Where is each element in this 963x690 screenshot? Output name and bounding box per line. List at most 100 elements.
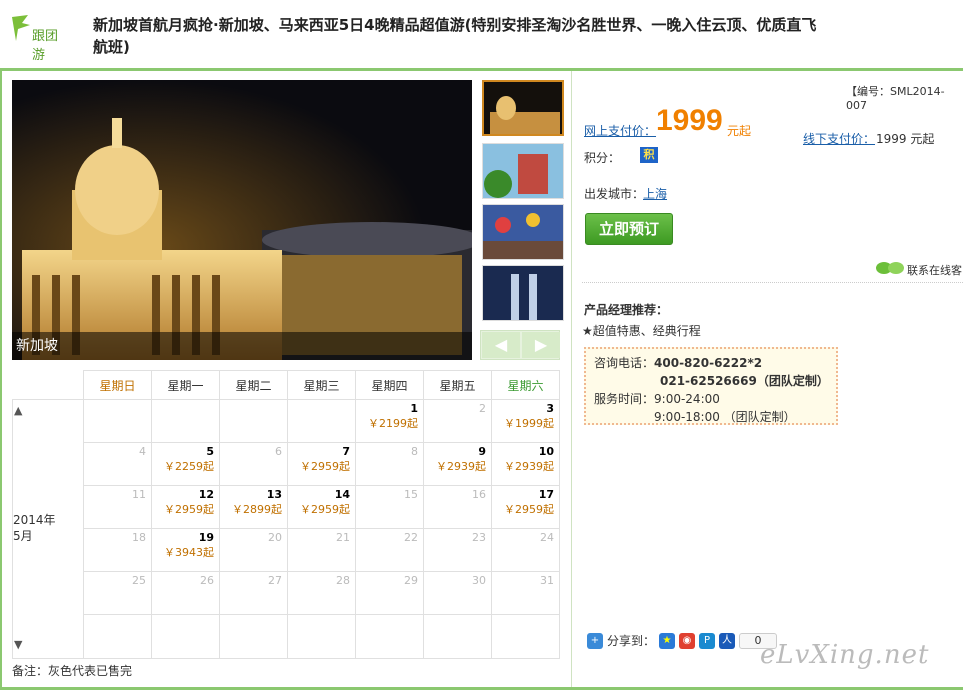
day-price: ￥3943起 <box>164 546 214 559</box>
calendar-day[interactable]: 3 ￥1999起 <box>491 399 560 443</box>
calendar-week-row: 1 ￥2199起 2 3 ￥1999起 <box>12 399 560 659</box>
main-photo[interactable]: 新加坡 <box>12 80 472 360</box>
recommend-title: 产品经理推荐： <box>584 303 669 317</box>
calendar-day: 18 <box>83 528 152 572</box>
calendar-day: 20 <box>219 528 288 572</box>
prev-arrow-icon[interactable]: ◀ <box>482 332 520 358</box>
calendar-day: 15 <box>355 485 424 529</box>
day-number: 25 <box>132 574 146 587</box>
calendar-day[interactable]: 9 ￥2939起 <box>423 442 492 486</box>
calendar-day <box>151 399 220 443</box>
calendar-day[interactable]: 13 ￥2899起 <box>219 485 288 529</box>
calendar-day <box>491 614 560 659</box>
day-price: ￥2259起 <box>164 460 214 473</box>
month-label: 5月 <box>13 529 33 543</box>
departure-city[interactable]: 上海 <box>643 185 667 202</box>
calendar-day <box>287 399 356 443</box>
hours-label: 服务时间： <box>594 392 655 406</box>
qzone-icon[interactable]: ★ <box>659 632 676 649</box>
calendar-day: 4 <box>83 442 152 486</box>
hours-2: 9:00-18:00 （团队定制） <box>654 410 796 424</box>
calendar-week-row <box>13 614 560 659</box>
product-code: 【编号：SML2014-007 <box>846 85 945 112</box>
thumbnail-1[interactable] <box>482 80 564 136</box>
day-number: 12 <box>198 488 214 501</box>
day-number: 15 <box>404 488 418 501</box>
online-price-unit: 元起 <box>727 124 752 138</box>
thumbnail-2[interactable] <box>482 143 564 199</box>
calendar-day <box>287 614 356 659</box>
group-tour-logo[interactable]: 跟团游 <box>10 13 70 63</box>
weekday-header: 星期四 <box>355 370 424 400</box>
day-number: 14 <box>334 488 350 501</box>
calendar-week-row: 4 5 ￥2259起 6 7 ￥2959起 8 9 ￥2939起 10 ￥2939起 <box>13 442 560 486</box>
day-price: ￥2199起 <box>368 417 418 430</box>
online-contact-link[interactable]: 联系在线客 <box>907 262 962 278</box>
calendar-day[interactable]: 5 ￥2259起 <box>151 442 220 486</box>
day-number: 5 <box>206 445 214 458</box>
day-price: ￥2959起 <box>164 503 214 516</box>
share-bar: + 分享到： ★ ◉ P 人 0 <box>587 632 778 649</box>
scroll-down-arrow[interactable]: ▼ <box>14 638 22 651</box>
scroll-up-arrow[interactable]: ▲ <box>14 404 22 417</box>
day-number: 2 <box>479 402 486 415</box>
day-price: ￥2959起 <box>300 460 350 473</box>
thumbnail-4[interactable] <box>482 265 564 321</box>
day-number: 4 <box>139 445 146 458</box>
day-price: ￥2959起 <box>504 503 554 516</box>
day-number: 28 <box>336 574 350 587</box>
points-label: 积分： <box>584 151 621 165</box>
offline-price-label[interactable]: 线下支付价： <box>803 130 875 147</box>
calendar-day[interactable]: 19 ￥3943起 <box>151 528 220 572</box>
calendar-day <box>355 614 424 659</box>
weekday-header: 星期六 <box>491 370 560 400</box>
calendar-day: 23 <box>423 528 492 572</box>
calendar-week-row: 11 12 ￥2959起 13 ￥2899起 14 ￥2959起 15 16 17 ￥2959起 <box>13 485 560 529</box>
contact-box: 咨询电话：400-820-6222*2 021-62526669（团队定制） 服… <box>584 347 838 425</box>
day-price: ￥2939起 <box>504 460 554 473</box>
phone-label: 咨询电话： <box>594 356 655 370</box>
divider <box>582 282 963 283</box>
departure-city-label: 出发城市： <box>584 187 645 201</box>
day-number: 13 <box>266 488 282 501</box>
photo-caption: 新加坡 <box>12 332 472 360</box>
share-plus-icon[interactable]: + <box>587 632 603 649</box>
renren-icon[interactable]: 人 <box>719 632 736 649</box>
weekday-header: 星期二 <box>219 370 288 400</box>
calendar-day[interactable]: 7 ￥2959起 <box>287 442 356 486</box>
product-title: 新加坡首航月疯抢·新加坡、马来西亚5日4晚精品超值游(特别安排圣淘沙名胜世界、一… <box>93 16 817 56</box>
calendar-day: 27 <box>219 571 288 615</box>
calendar-day[interactable]: 1 ￥2199起 <box>355 399 424 443</box>
weibo-icon[interactable]: ◉ <box>679 632 696 649</box>
calendar-day: 22 <box>355 528 424 572</box>
book-now-button[interactable]: 立即预订 <box>585 213 673 245</box>
calendar-day: 11 <box>83 485 152 529</box>
next-arrow-icon[interactable]: ▶ <box>522 332 560 358</box>
calendar-week-row: 25 26 27 28 29 30 31 <box>13 571 560 615</box>
day-price: ￥2939起 <box>436 460 486 473</box>
day-number: 8 <box>411 445 418 458</box>
day-number: 11 <box>132 488 146 501</box>
sold-out-note: 备注：灰色代表已售完 <box>12 664 133 678</box>
calendar-day[interactable]: 10 ￥2939起 <box>491 442 560 486</box>
weekday-row: 星期日 星期一 星期二 星期三 星期四 星期五 星期六 <box>12 370 560 400</box>
online-price-label[interactable]: 网上支付价： <box>584 122 656 139</box>
day-number: 26 <box>200 574 214 587</box>
day-number: 21 <box>336 531 350 544</box>
calendar-day <box>83 614 152 659</box>
logo-text: 跟团游 <box>32 29 59 63</box>
price-calendar: 星期日 星期一 星期二 星期三 星期四 星期五 星期六 1 ￥2199起 2 3 ￥1999起 4 5 ￥… <box>12 370 560 659</box>
chat-bubble-icon <box>875 261 907 275</box>
day-number: 7 <box>342 445 350 458</box>
bird-icon <box>12 15 30 41</box>
calendar-day[interactable]: 14 ￥2959起 <box>287 485 356 529</box>
calendar-day: 24 <box>491 528 560 572</box>
day-number: 3 <box>546 402 554 415</box>
calendar-day[interactable]: 12 ￥2959起 <box>151 485 220 529</box>
day-number: 20 <box>268 531 282 544</box>
thumbnail-3[interactable] <box>482 204 564 260</box>
weekday-header: 星期一 <box>151 370 220 400</box>
tencent-weibo-icon[interactable]: P <box>699 632 716 649</box>
calendar-day[interactable]: 17 ￥2959起 <box>491 485 560 529</box>
share-label: 分享到： <box>607 634 656 648</box>
